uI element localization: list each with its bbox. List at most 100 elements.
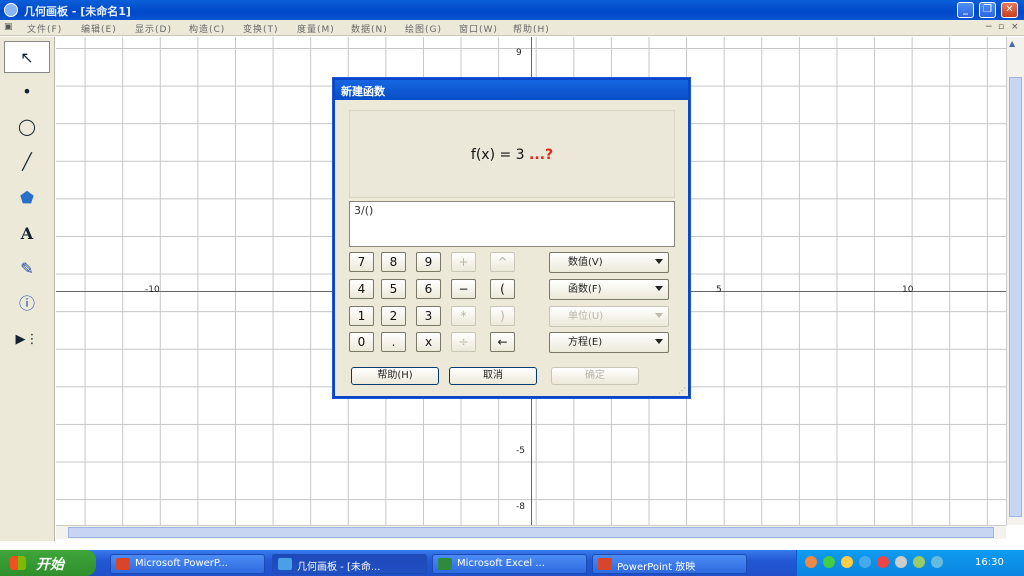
volume-icon[interactable] [895,556,907,568]
tray-app-icon[interactable] [877,556,889,568]
menu-measure[interactable]: 度量(M) [297,22,335,35]
resize-grip-icon[interactable]: ⋰ [678,386,686,395]
units-dropdown: 单位(U) [549,306,669,327]
keypad-key[interactable]: 0 [349,332,374,352]
start-button[interactable]: 开始 [0,550,96,576]
menu-display[interactable]: 显示(D) [135,22,172,35]
doc-restore-icon[interactable]: ▫ [998,22,1008,32]
x-tick-label: 5 [716,285,722,295]
keypad-key[interactable]: ( [490,279,515,299]
compass-tool-icon[interactable]: ◯ [4,111,50,143]
window-title: 几何画板 - [未命名1] [24,5,131,18]
task-label: Microsoft Excel ... [457,558,545,569]
chevron-down-icon [655,339,663,344]
menu-edit[interactable]: 编辑(E) [81,22,117,35]
menu-graph[interactable]: 绘图(G) [405,22,442,35]
vertical-scroll-thumb[interactable] [1009,77,1022,517]
y-tick-label: 9 [516,48,522,58]
dropdown-label: 方程(E) [568,337,603,348]
app-icon [4,3,18,17]
vertical-scrollbar[interactable]: ▲ [1006,37,1024,525]
keypad-key: + [451,252,476,272]
keypad-key[interactable]: 1 [349,306,374,326]
menu-bar: ▣ 文件(F) 编辑(E) 显示(D) 构造(C) 变换(T) 度量(M) 数据… [0,20,1024,36]
clock[interactable]: 16:30 [975,557,1004,568]
keypad-key[interactable]: 2 [381,306,406,326]
keypad-key: ) [490,306,515,326]
tray-app-icon[interactable] [841,556,853,568]
x-tick-label: 10 [902,285,914,295]
x-tick-label: -10 [145,285,160,295]
dropdown-label: 单位(U) [568,311,604,322]
menu-transform[interactable]: 变换(T) [243,22,279,35]
title-bar[interactable]: 几何画板 - [未命名1] _ ❐ ✕ [0,0,1024,20]
horizontal-scrollbar[interactable] [56,525,1006,539]
keypad-key[interactable]: 6 [416,279,441,299]
expression-input[interactable]: 3/() [349,201,675,247]
point-tool-icon[interactable]: • [4,76,50,108]
excel-icon [438,558,452,570]
help-button[interactable]: 帮助(H) [351,367,439,385]
tray-app-icon[interactable] [805,556,817,568]
maximize-button[interactable]: ❐ [979,2,996,18]
dialog-title[interactable]: 新建函数 [335,80,688,100]
close-button[interactable]: ✕ [1001,2,1018,18]
keypad-key[interactable]: ← [490,332,515,352]
doc-close-icon[interactable]: × [1011,22,1021,32]
menu-construct[interactable]: 构造(C) [189,22,225,35]
keypad-key[interactable]: 5 [381,279,406,299]
marker-tool-icon[interactable]: ✎ [4,253,50,285]
keypad-key[interactable]: 9 [416,252,441,272]
keypad-key: ÷ [451,332,476,352]
tray-app-icon[interactable] [859,556,871,568]
powerpoint-icon [116,558,130,570]
task-sketchpad[interactable]: 几何画板 - [未命... [272,554,427,574]
keypad-key[interactable]: 8 [381,252,406,272]
custom-tool-icon[interactable]: ▶⋮ [4,324,50,356]
polygon-tool-icon[interactable]: ⬟ [4,182,50,214]
tray-app-icon[interactable] [913,556,925,568]
tray-app-icon[interactable] [823,556,835,568]
preview-expression: f(x) = 3 [470,147,525,163]
line-tool-icon[interactable]: ╱ [4,146,50,178]
keypad-key: * [451,306,476,326]
menu-data[interactable]: 数据(N) [351,22,388,35]
function-preview: f(x) = 3 ...? [349,110,675,198]
dropdown-label: 函数(F) [568,284,602,295]
keypad-key[interactable]: . [381,332,406,352]
chevron-down-icon [655,313,663,318]
minimize-button[interactable]: _ [957,2,974,18]
cancel-button[interactable]: 取消 [449,367,537,385]
keypad-key[interactable]: x [416,332,441,352]
menu-window[interactable]: 窗口(W) [459,22,498,35]
preview-incomplete: ...? [529,147,554,163]
info-tool-icon[interactable]: ⓘ [4,288,50,320]
network-icon[interactable] [931,556,943,568]
menu-file[interactable]: 文件(F) [27,22,62,35]
task-powerpoint[interactable]: Microsoft PowerP... [110,554,265,574]
task-label: Microsoft PowerP... [135,558,228,569]
keypad-key[interactable]: 4 [349,279,374,299]
selection-arrow-icon[interactable]: ↖ [4,41,50,73]
keypad-key: ^ [490,252,515,272]
scroll-up-icon[interactable]: ▲ [1009,39,1022,52]
functions-dropdown[interactable]: 函数(F) [549,279,669,300]
chevron-down-icon [655,259,663,264]
values-dropdown[interactable]: 数值(V) [549,252,669,273]
dropdown-label: 数值(V) [568,257,603,268]
doc-minimize-icon[interactable]: − [985,22,995,32]
horizontal-scroll-thumb[interactable] [68,527,994,538]
chevron-down-icon [655,286,663,291]
equation-dropdown[interactable]: 方程(E) [549,332,669,353]
keypad-key[interactable]: 7 [349,252,374,272]
task-excel[interactable]: Microsoft Excel ... [432,554,587,574]
ok-button: 确定 [551,367,639,385]
task-slideshow[interactable]: PowerPoint 放映 [592,554,747,574]
keypad-key[interactable]: − [451,279,476,299]
keypad-key[interactable]: 3 [416,306,441,326]
start-label: 开始 [36,557,64,573]
text-tool-icon[interactable]: A [4,218,50,250]
y-tick-label: -5 [516,446,525,456]
task-label: 几何画板 - [未命... [297,562,381,573]
menu-help[interactable]: 帮助(H) [513,22,550,35]
